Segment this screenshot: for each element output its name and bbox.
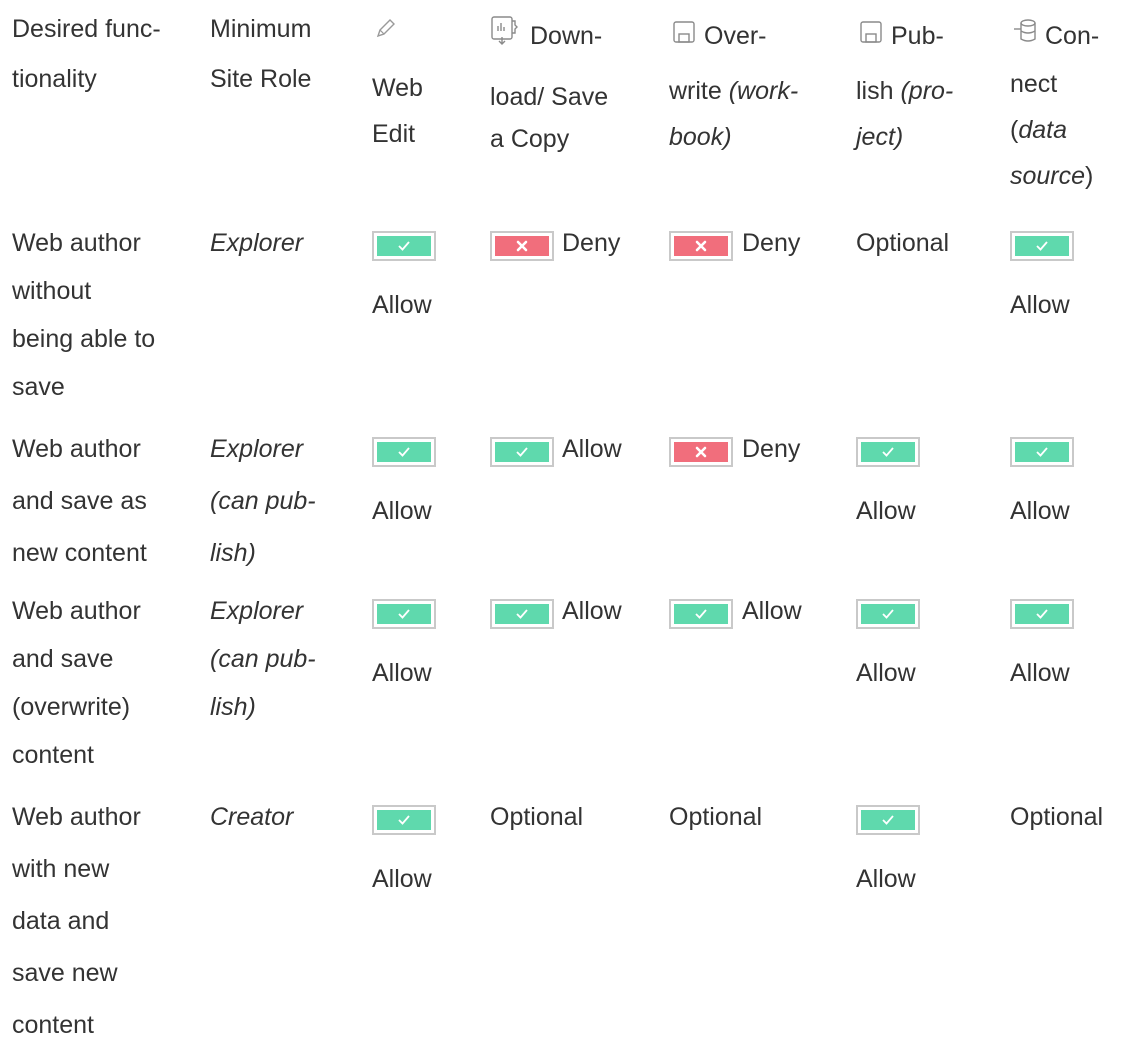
row-functionality-line: with new xyxy=(12,855,110,883)
status-allow-badge xyxy=(372,599,436,629)
status-deny-badge xyxy=(490,231,554,261)
row-functionality-line: content xyxy=(12,1011,95,1039)
status-allow-label: Allow xyxy=(856,659,916,687)
status-allow-label: Allow xyxy=(562,597,622,625)
x-icon xyxy=(671,233,731,259)
row-functionality-line: new content xyxy=(12,539,147,567)
check-icon xyxy=(374,439,434,465)
status-allow-label: Allow xyxy=(372,865,432,893)
download-icon xyxy=(491,16,518,45)
header-download-first: Down- xyxy=(530,22,603,50)
row-site-role-line: (can pub- xyxy=(210,487,316,515)
check-icon xyxy=(1012,601,1072,627)
status-optional-label: Optional xyxy=(669,803,763,831)
status-allow-label: Allow xyxy=(562,435,622,463)
check-icon xyxy=(374,233,434,259)
status-allow-badge xyxy=(490,599,554,629)
row-site-role-line: lish) xyxy=(210,539,256,567)
status-deny-label: Deny xyxy=(742,435,801,463)
status-allow-label: Allow xyxy=(372,291,432,319)
row-site-role-line: Explorer xyxy=(210,435,304,463)
check-icon xyxy=(1012,233,1072,259)
check-icon xyxy=(858,807,918,833)
database-icon xyxy=(1014,19,1036,42)
check-icon xyxy=(374,601,434,627)
status-allow-badge xyxy=(1010,437,1074,467)
x-icon xyxy=(671,439,731,465)
row-functionality-line: save xyxy=(12,373,65,401)
status-allow-badge xyxy=(372,231,436,261)
row-site-role-line: lish) xyxy=(210,693,256,721)
row-functionality-line: and save as xyxy=(12,487,147,515)
status-deny-badge xyxy=(669,437,733,467)
status-allow-badge xyxy=(856,599,920,629)
check-icon xyxy=(374,807,434,833)
status-allow-badge xyxy=(372,437,436,467)
row-functionality-line: save new xyxy=(12,959,118,987)
pencil-icon xyxy=(376,19,395,38)
status-allow-label: Allow xyxy=(856,865,916,893)
status-allow-label: Allow xyxy=(372,659,432,687)
status-allow-label: Allow xyxy=(1010,659,1070,687)
status-allow-label: Allow xyxy=(372,497,432,525)
status-allow-label: Allow xyxy=(856,497,916,525)
status-optional-label: Optional xyxy=(1010,803,1104,831)
row-functionality-line: Web author xyxy=(12,803,141,831)
status-allow-label: Allow xyxy=(1010,291,1070,319)
save-icon xyxy=(673,21,695,43)
header-publish-first: Pub- xyxy=(891,22,944,50)
check-icon xyxy=(1012,439,1072,465)
status-optional-label: Optional xyxy=(490,803,584,831)
status-allow-badge xyxy=(372,805,436,835)
status-allow-label: Allow xyxy=(742,597,802,625)
status-deny-label: Deny xyxy=(562,229,621,257)
row-functionality-line: data and xyxy=(12,907,110,935)
row-functionality-line: content xyxy=(12,741,95,769)
x-icon xyxy=(492,233,552,259)
status-allow-badge xyxy=(856,437,920,467)
status-allow-badge xyxy=(669,599,733,629)
status-allow-badge xyxy=(856,805,920,835)
status-allow-badge xyxy=(1010,231,1074,261)
status-allow-badge xyxy=(1010,599,1074,629)
status-allow-badge xyxy=(490,437,554,467)
row-functionality-line: Web author xyxy=(12,435,141,463)
header-overwrite-first: Over- xyxy=(704,22,767,50)
check-icon xyxy=(492,439,552,465)
status-optional-label: Optional xyxy=(856,229,950,257)
check-icon xyxy=(858,439,918,465)
status-deny-badge xyxy=(669,231,733,261)
check-icon xyxy=(492,601,552,627)
check-icon xyxy=(858,601,918,627)
check-icon xyxy=(671,601,731,627)
save-icon xyxy=(860,21,882,43)
row-site-role-line: Explorer xyxy=(210,229,304,257)
row-site-role-line: Creator xyxy=(210,803,294,831)
status-allow-label: Allow xyxy=(1010,497,1070,525)
status-deny-label: Deny xyxy=(742,229,801,257)
